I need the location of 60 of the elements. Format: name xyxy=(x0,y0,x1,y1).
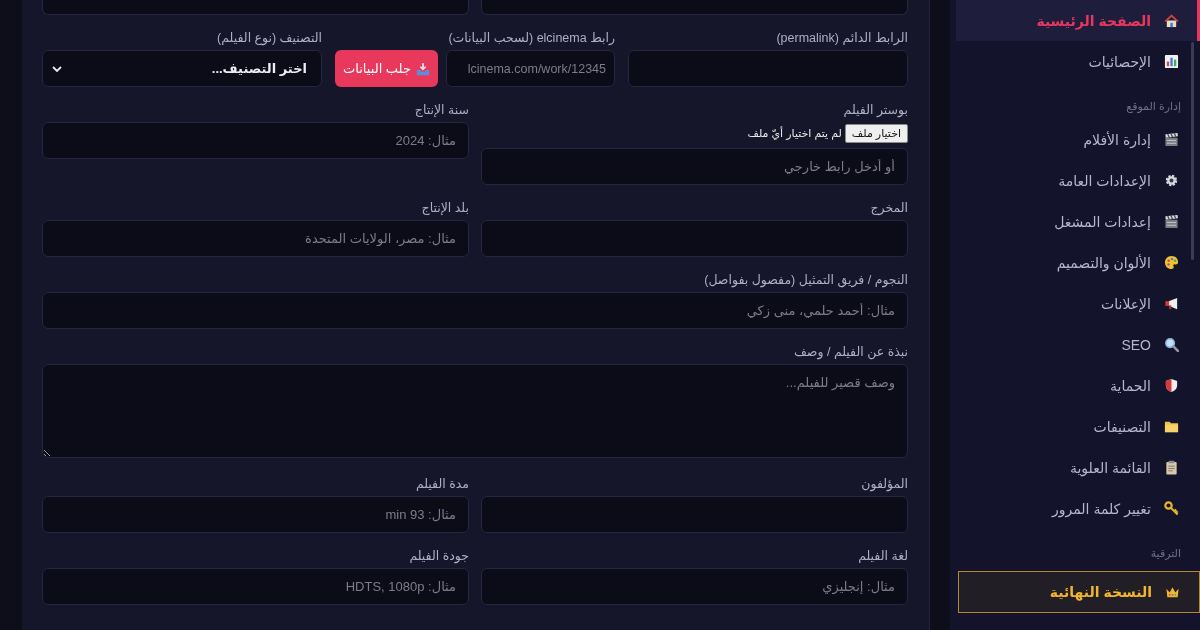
field-label: المؤلفون xyxy=(860,476,908,492)
nav-item[interactable]: التصنيفات xyxy=(956,406,1200,447)
nav-item[interactable]: الألوان والتصميم xyxy=(956,242,1200,283)
fetch-data-button[interactable]: جلب البيانات xyxy=(335,50,438,87)
clapperboard-icon xyxy=(1164,214,1179,229)
field-label: نبذة عن الفيلم / وصف xyxy=(792,344,908,360)
input-field[interactable] xyxy=(42,0,469,15)
field-label: لغة الفيلم xyxy=(857,548,908,564)
chevron-down-icon xyxy=(52,65,62,72)
section-heading: إدارة الموقع xyxy=(1125,99,1182,115)
url-field[interactable]: lcinema.com/work/12345 xyxy=(446,50,615,87)
input-field[interactable]: مثال: HDTS, 1080p xyxy=(42,568,469,605)
field-label: المخرج xyxy=(869,200,908,216)
nav-item[interactable]: إدارة الأفلام xyxy=(956,119,1200,160)
crown-icon xyxy=(1165,584,1180,600)
section-heading: الترقية xyxy=(1149,546,1182,562)
choose-file-button[interactable]: اختيار ملف xyxy=(844,123,908,143)
field-label: مدة الفيلم xyxy=(414,476,469,492)
textarea-field[interactable]: وصف قصير للفيلم... xyxy=(42,364,908,458)
nav-item[interactable]: الحماية xyxy=(956,365,1200,406)
field-label: بلد الإنتاج xyxy=(420,200,469,216)
category-select[interactable]: اختر التصنيف... xyxy=(42,50,322,87)
nav-item[interactable]: الإعدادات العامة xyxy=(956,160,1200,201)
nav-item[interactable]: الصفحة الرئيسية xyxy=(956,0,1200,41)
inbox-tray-icon xyxy=(415,61,430,76)
field-label: جودة الفيلم xyxy=(408,548,469,564)
field-label: بوستر الفيلم xyxy=(842,102,908,118)
input-field[interactable] xyxy=(481,220,908,257)
input-field[interactable]: مثال: إنجليزي xyxy=(481,568,908,605)
gear-icon xyxy=(1164,173,1179,188)
nav-item[interactable]: SEO xyxy=(956,324,1200,365)
input-field[interactable] xyxy=(481,496,908,533)
bar-chart-icon xyxy=(1164,54,1179,69)
folder-icon xyxy=(1164,419,1179,434)
clipboard-icon xyxy=(1164,460,1179,475)
field-label: سنة الإنتاج xyxy=(413,102,469,118)
nav-item[interactable]: القائمة العلوية xyxy=(956,447,1200,488)
input-field[interactable]: مثال: 2024 xyxy=(42,122,469,159)
input-field[interactable]: مثال: 93 min xyxy=(42,496,469,533)
file-status-text: لم يتم اختيار أيّ ملف xyxy=(747,126,842,140)
search-icon xyxy=(1164,337,1179,352)
field-label: التصنيف (نوع الفيلم) xyxy=(216,30,322,46)
field-label: النجوم / فريق التمثيل (مفصول بفواصل) xyxy=(703,272,908,288)
megaphone-icon xyxy=(1164,296,1179,311)
input-field[interactable]: مثال: مصر، الولايات المتحدة xyxy=(42,220,469,257)
house-icon xyxy=(1164,13,1179,28)
palette-icon xyxy=(1164,255,1179,270)
nav-item[interactable]: إعدادات المشغل xyxy=(956,201,1200,242)
nav-item[interactable]: تغيير كلمة المرور xyxy=(956,488,1200,529)
input-field[interactable] xyxy=(628,50,908,87)
scrollbar-thumb[interactable] xyxy=(1191,42,1194,260)
upgrade-link[interactable]: النسخة النهائية xyxy=(958,571,1200,613)
field-label: رابط elcinema (لسحب البيانات) xyxy=(447,30,615,46)
key-icon xyxy=(1164,501,1179,516)
nav-item[interactable]: الإحصائيات xyxy=(956,41,1200,82)
input-field[interactable] xyxy=(481,0,908,15)
nav-item[interactable]: الإعلانات xyxy=(956,283,1200,324)
clapperboard-icon xyxy=(1164,132,1179,147)
field-label: الرابط الدائم (permalink) xyxy=(775,30,908,46)
shield-icon xyxy=(1164,378,1179,393)
